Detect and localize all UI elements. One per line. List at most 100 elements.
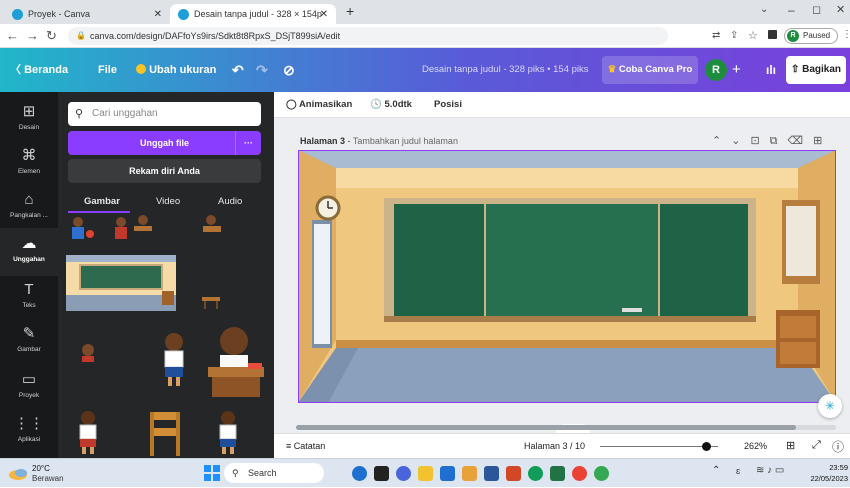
lock-icon[interactable]: ⊡ [750,135,769,147]
file-explorer-icon[interactable] [418,466,433,481]
file-menu-button[interactable]: File [98,48,117,92]
trash-icon[interactable]: ⌫ [788,135,814,147]
address-bar[interactable]: 🔒 canva.com/design/DAFfoYs9irs/Sdkt8t8Rp… [68,27,668,45]
clock[interactable]: 23:59 22/05/2023 [810,463,848,483]
resize-button[interactable]: Ubah ukuran [136,48,216,92]
try-pro-button[interactable]: ♛ Coba Canva Pro [602,56,698,84]
bing-icon[interactable] [352,466,367,481]
wifi-volume-battery-icon[interactable]: ≋ ♪ ▭ [756,465,784,476]
forward-arrow-icon[interactable]: → [26,28,39,43]
record-yourself-button[interactable]: Rekam diri Anda [68,159,261,183]
active-tab-indicator [68,211,130,213]
chrome-profile-2-icon[interactable] [594,466,609,481]
chrome-profile-icon[interactable] [572,466,587,481]
animate-button[interactable]: ◯ Animasikan [286,99,352,110]
upload-file-button[interactable]: Unggah file ··· [68,131,261,155]
maximize-icon[interactable]: ◻ [812,3,821,16]
share-page-icon[interactable]: ⇪ [730,30,738,41]
rail-item-uploads[interactable]: ☁ Unggahan [0,228,58,276]
chat-icon[interactable] [396,466,411,481]
page-title-input[interactable]: Tambahkan judul halaman [353,136,458,146]
rail-item-text[interactable]: T Teks [0,274,58,322]
duplicate-icon[interactable]: ⧉ [770,135,788,147]
rail-item-apps[interactable]: ⋮⋮ Aplikasi [0,408,58,456]
zoom-slider[interactable] [600,442,718,451]
profile-paused-button[interactable]: R Paused [784,28,838,44]
page-indicator[interactable]: Halaman 3 / 10 [524,441,585,451]
browser-menu-icon[interactable]: ⋮ [842,29,850,40]
chevron-up-icon[interactable]: ⌃ [712,135,731,147]
tab-desain[interactable]: Desain tanpa judul - 328 × 154p ✕ [170,4,336,24]
close-window-icon[interactable]: ✕ [836,3,845,16]
tab-proyek[interactable]: Proyek - Canva ✕ [4,4,170,24]
close-tab-icon[interactable]: ✕ [320,9,328,20]
tab-images[interactable]: Gambar [84,196,120,207]
rail-item-projects[interactable]: ▭ Proyek [0,364,58,412]
help-icon[interactable]: ⓘ [832,438,844,455]
analytics-icon[interactable]: ılı [766,48,776,92]
powerpoint-icon[interactable] [506,466,521,481]
design-canvas-classroom[interactable] [298,150,836,403]
translate-icon[interactable]: ⇄ [712,30,720,41]
zoom-level[interactable]: 262% [744,441,767,451]
home-button[interactable]: 〈 Beranda [10,48,68,92]
close-tab-icon[interactable]: ✕ [154,9,162,20]
add-member-button[interactable]: + [732,48,741,92]
weather-icon[interactable] [8,463,28,483]
design-title[interactable]: Desain tanpa judul - 328 piks • 154 piks [422,48,589,92]
minimize-icon[interactable]: – [788,3,795,17]
app-icon[interactable] [462,466,477,481]
thumbnail-kids-row[interactable] [66,214,226,242]
tab-video[interactable]: Video [156,196,180,207]
bookmark-star-icon[interactable]: ☆ [748,29,758,42]
notes-button[interactable]: ≡ Catatan [286,441,325,451]
position-button[interactable]: Posisi [434,99,462,110]
search-input[interactable]: ⚲ Cari unggahan [68,102,261,126]
zoom-slider-knob[interactable] [702,442,712,451]
share-button[interactable]: ⇧ Bagikan [786,56,846,84]
scrollbar-thumb[interactable] [296,425,796,430]
fullscreen-icon[interactable]: ⤢ [812,439,821,452]
grid-view-icon[interactable]: ⊞ [786,439,795,452]
thumbnail-schoolgirl[interactable] [156,332,194,388]
thumbnail-student-walking[interactable] [68,410,108,454]
duration-button[interactable]: 🕓 5.0dtk [370,99,412,110]
thumbnail-small-kid[interactable] [78,342,102,364]
chrome-icon[interactable] [528,466,543,481]
new-tab-button[interactable]: + [346,3,354,19]
thumbnail-boy-at-desk[interactable] [208,325,266,399]
tray-chevron-icon[interactable]: ⌃ [712,465,720,476]
redo-icon[interactable]: ↷ [256,48,268,92]
windows-start-icon[interactable] [204,465,220,481]
rail-item-brand[interactable]: ⌂ Pangkalan ... [0,184,58,232]
thumbnail-student-standing[interactable] [208,410,248,454]
reload-icon[interactable]: ↻ [46,28,57,44]
undo-icon[interactable]: ↶ [232,48,244,92]
tab-audio[interactable]: Audio [218,196,242,207]
word-icon[interactable] [484,466,499,481]
crown-icon: ♛ [607,64,617,75]
user-avatar[interactable]: R [705,59,727,81]
chevron-down-icon[interactable]: ⌄ [731,135,750,147]
url-text: canva.com/design/DAFfoYs9irs/Sdkt8t8RpxS… [90,31,341,41]
rail-item-elements[interactable]: ⌘ Elemen [0,140,58,188]
add-page-icon[interactable]: ⊞ [813,135,832,147]
thumbnail-desk[interactable] [198,297,228,311]
excel-icon[interactable] [550,466,565,481]
lock-icon: 🔒 [76,31,86,40]
taskbar-search[interactable]: ⚲ Search [224,463,324,483]
language-icon[interactable]: ɛ [736,466,740,476]
cloud-saved-icon[interactable]: ⊘ [283,48,295,92]
tab-list-chevron-icon[interactable]: ⌄ [760,4,768,15]
more-options-button[interactable]: ··· [235,131,261,155]
sidepanel-icon[interactable] [768,30,777,39]
rail-item-draw[interactable]: ✎ Gambar [0,318,58,366]
rail-item-design[interactable]: ⊞ Desain [0,96,58,144]
task-view-icon[interactable] [374,466,389,481]
magic-sparkle-button[interactable]: ✳ [818,394,842,418]
thumbnail-classroom[interactable] [66,255,176,311]
back-arrow-icon[interactable]: ← [6,28,19,43]
thumbnail-chair[interactable] [144,412,186,456]
store-icon[interactable] [440,466,455,481]
horizontal-scrollbar[interactable] [296,425,836,430]
